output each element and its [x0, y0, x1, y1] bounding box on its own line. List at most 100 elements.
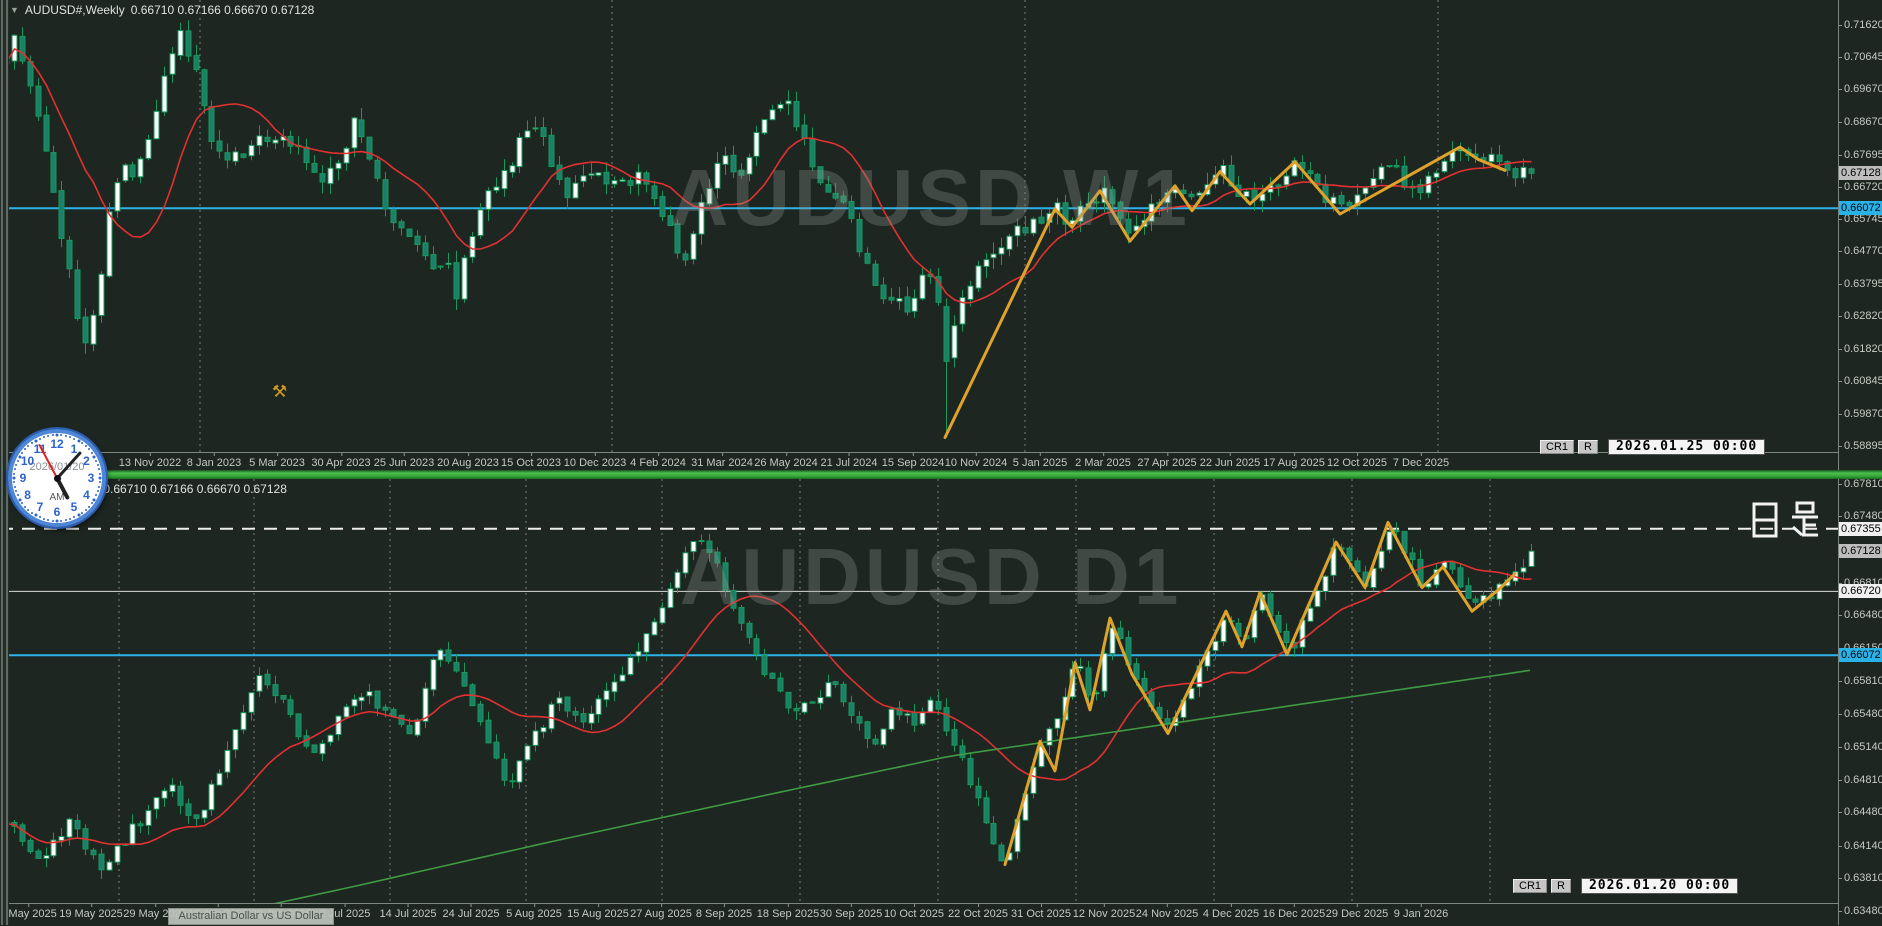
- candle-bear: [67, 240, 72, 268]
- candle-bear: [209, 107, 214, 142]
- clock-tick-dot: [91, 452, 93, 454]
- candle-bull: [636, 651, 641, 656]
- clock-tick-dot: [81, 442, 83, 444]
- candle-bull: [976, 266, 981, 288]
- daily-price-axis[interactable]: 0.678100.674800.668100.664800.661500.658…: [1838, 479, 1882, 925]
- candle-bear: [865, 722, 870, 739]
- candle-bull: [249, 693, 254, 713]
- analog-clock-widget[interactable]: 2026/01/20 AM 121234567891011: [8, 429, 106, 527]
- candle-bull: [470, 237, 475, 258]
- candle-bull: [233, 152, 238, 161]
- clock-tick-dot: [60, 520, 62, 522]
- clock-tick-dot: [73, 438, 75, 440]
- candle-bear: [739, 170, 744, 175]
- clock-tick-dot: [27, 509, 29, 511]
- candle-bull: [1213, 641, 1218, 650]
- date-label: 30 Apr 2023: [311, 457, 370, 469]
- date-label: 22 Jun 2025: [1200, 457, 1261, 469]
- candle-bear: [281, 696, 286, 700]
- date-label: 15 Oct 2023: [501, 457, 561, 469]
- candle-bull: [549, 704, 554, 728]
- candle-bull: [612, 181, 617, 185]
- candle-bear: [462, 673, 467, 687]
- candle-bull: [1323, 576, 1328, 591]
- candle-bear: [984, 798, 989, 823]
- cr1-button[interactable]: CR1: [1540, 440, 1574, 454]
- candle-bear: [494, 742, 499, 758]
- candle-bull: [620, 675, 625, 681]
- chart-dropdown-icon[interactable]: ▼: [10, 6, 19, 15]
- candle-bull: [723, 156, 728, 165]
- candle-bear: [1039, 217, 1044, 223]
- clock-numeral: 10: [21, 454, 34, 468]
- candle-bull: [589, 714, 594, 724]
- candle-bull: [517, 138, 522, 167]
- candle-bull: [1015, 226, 1020, 236]
- candle-bear: [818, 167, 823, 183]
- price-tick-label: 0.71620: [1844, 19, 1882, 31]
- candle-bull: [1078, 666, 1083, 668]
- candle-bear: [407, 725, 412, 733]
- candle-bear: [273, 685, 278, 696]
- price-tick-label: 0.61820: [1844, 343, 1882, 355]
- jp-char-ashi: [1788, 501, 1822, 539]
- clock-tick-dot: [39, 438, 41, 440]
- candle-bull: [928, 700, 933, 712]
- candle-bear: [75, 270, 80, 319]
- candle-bull: [1284, 176, 1289, 185]
- date-label: 22 Oct 2025: [948, 908, 1008, 920]
- candle-bear: [1497, 155, 1502, 162]
- candle-bear: [652, 186, 657, 199]
- candle-bull: [438, 266, 443, 267]
- candle-bull: [67, 819, 72, 837]
- candle-bull: [525, 746, 530, 760]
- daily-chart-canvas[interactable]: [0, 479, 1838, 903]
- candle-bear: [1308, 171, 1313, 174]
- clock-tick-dot: [31, 442, 33, 444]
- candle-bear: [660, 197, 665, 217]
- candle-bear: [194, 56, 199, 70]
- candle-bull: [1521, 568, 1526, 572]
- clock-tick-dot: [65, 519, 67, 521]
- candle-bull: [628, 658, 633, 675]
- candle-bear: [731, 590, 736, 608]
- r-button[interactable]: R: [1578, 440, 1598, 454]
- candle-bull: [352, 699, 357, 706]
- candle-bear: [991, 824, 996, 844]
- price-tick-label: 0.68670: [1844, 116, 1882, 128]
- candle-bull: [249, 145, 254, 155]
- candle-bull: [1521, 167, 1526, 177]
- candle-bull: [802, 703, 807, 712]
- candle-bull: [233, 730, 238, 750]
- price-box-cyan: 0.66072: [1839, 648, 1882, 662]
- price-tick-label: 0.67695: [1844, 149, 1882, 161]
- candle-bull: [589, 174, 594, 176]
- candle-bull: [336, 163, 341, 169]
- daily-cr-marker: CR1 R 2026.01.20 00:00: [1513, 878, 1738, 894]
- weekly-title-row: ▼ AUDUSD#,Weekly 0.66710 0.67166 0.66670…: [10, 3, 314, 17]
- candle-bull: [644, 634, 649, 653]
- candle-bull: [336, 716, 341, 734]
- clock-numeral: 2: [83, 454, 90, 468]
- candle-bear: [968, 759, 973, 785]
- weekly-chart-title: AUDUSD#,Weekly: [25, 3, 125, 17]
- candle-bull: [683, 553, 688, 573]
- cr1-button[interactable]: CR1: [1513, 879, 1547, 893]
- pane-separator-bar[interactable]: [0, 470, 1882, 479]
- weekly-price-axis[interactable]: 0.716200.706450.696700.686700.676950.667…: [1838, 0, 1882, 470]
- hammers-tool-icon[interactable]: ⚒: [272, 382, 287, 402]
- candle-bear: [383, 180, 388, 209]
- candle-bear: [865, 253, 870, 263]
- clock-center-cap: [54, 475, 61, 482]
- candle-bull: [525, 131, 530, 138]
- date-label: 27 Aug 2025: [630, 908, 692, 920]
- candle-bull: [762, 120, 767, 133]
- price-tick-label: 0.66480: [1844, 609, 1882, 621]
- candle-bear: [1347, 202, 1352, 206]
- r-button[interactable]: R: [1551, 879, 1571, 893]
- candle-bear: [1284, 632, 1289, 643]
- candle-bull: [968, 286, 973, 299]
- candle-bear: [320, 174, 325, 182]
- candle-bull: [478, 210, 483, 236]
- date-label: 8 Sep 2025: [696, 908, 752, 920]
